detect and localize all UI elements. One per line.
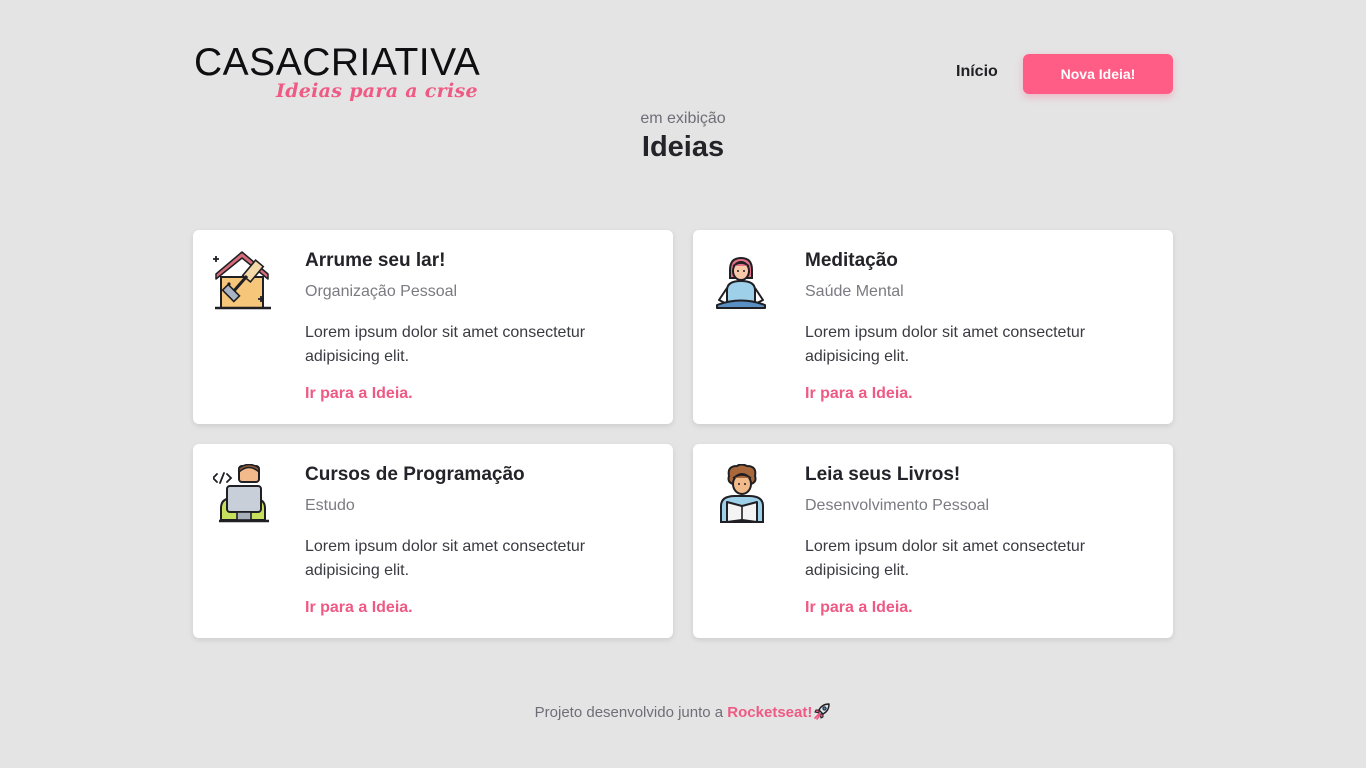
card-description: Lorem ipsum dolor sit amet consectetur a… <box>305 538 586 579</box>
idea-card: Cursos de Programação Estudo Lorem ipsum… <box>193 444 673 638</box>
go-to-idea-link[interactable]: Ir para a Ideia. <box>305 599 413 617</box>
card-title: Arrume seu lar! <box>305 250 446 271</box>
go-to-idea-link[interactable]: Ir para a Ideia. <box>305 385 413 403</box>
logo-wordmark: CASACRIATIVA <box>194 42 480 84</box>
card-category: Saúde Mental <box>805 283 904 300</box>
logo-word-casa: CASA <box>194 41 303 84</box>
card-description: Lorem ipsum dolor sit amet consectetur a… <box>305 324 586 365</box>
rocket-icon <box>813 702 831 724</box>
idea-card: Meditação Saúde Mental Lorem ipsum dolor… <box>693 230 1173 424</box>
card-category: Desenvolvimento Pessoal <box>805 497 990 514</box>
logo[interactable]: CASACRIATIVA Ideias para a crise <box>194 42 494 106</box>
new-idea-button[interactable]: Nova Ideia! <box>1023 54 1173 94</box>
card-category: Estudo <box>305 497 355 514</box>
card-description: Lorem ipsum dolor sit amet consectetur a… <box>805 324 1086 365</box>
card-title: Leia seus Livros! <box>805 464 961 485</box>
idea-card: Arrume seu lar! Organização Pessoal Lore… <box>193 230 673 424</box>
card-category: Organização Pessoal <box>305 283 458 300</box>
go-to-idea-link[interactable]: Ir para a Ideia. <box>805 385 913 403</box>
rocketseat-link[interactable]: Rocketseat! <box>727 704 812 721</box>
idea-card: Leia seus Livros! Desenvolvimento Pessoa… <box>693 444 1173 638</box>
programmer-icon <box>212 463 273 524</box>
page-title: Ideias <box>641 131 725 163</box>
go-to-idea-link[interactable]: Ir para a Ideia. <box>805 599 913 617</box>
page-footer: Projeto desenvolvido junto a Rocketseat! <box>0 702 1366 724</box>
logo-tagline: Ideias para a crise <box>276 80 478 102</box>
section-subtitle: em exibição <box>640 110 726 127</box>
card-description: Lorem ipsum dolor sit amet consectetur a… <box>805 538 1086 579</box>
reading-icon <box>713 463 773 524</box>
footer-text: Projeto desenvolvido junto a <box>534 704 728 721</box>
house-cleaning-icon <box>213 250 273 310</box>
nav-home-link[interactable]: Início <box>956 63 998 81</box>
card-title: Cursos de Programação <box>305 464 525 485</box>
logo-word-criativa: CRIATIVA <box>302 41 481 84</box>
card-title: Meditação <box>805 250 898 271</box>
meditation-icon <box>713 250 773 310</box>
